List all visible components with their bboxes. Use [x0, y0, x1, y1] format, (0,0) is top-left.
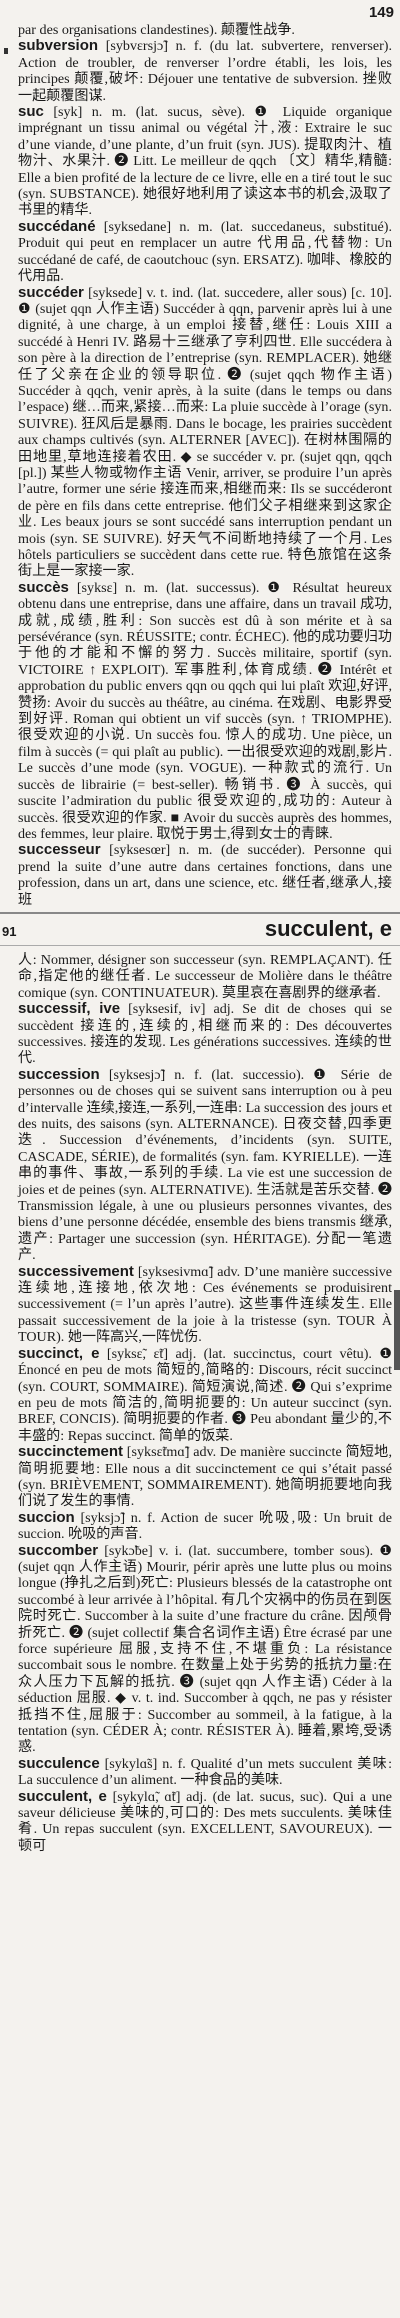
headword: succulence [18, 1754, 100, 1772]
entry-successivement: successivement [syksesivmɑ̃] adv. D’une … [18, 1262, 392, 1346]
entry-body: [syksɛ] n. m. (lat. successus). ❶ Résult… [18, 579, 392, 842]
headword: succion [18, 1508, 75, 1526]
headword: succulent, e [18, 1787, 107, 1805]
entry-suc: suc [syk] n. m. (lat. sucus, sève). ❶ Li… [18, 103, 392, 219]
entry-body: [syk] n. m. (lat. sucus, sève). ❶ Liquid… [18, 104, 392, 219]
entry-succeder: succéder [syksede] v. t. ind. (lat. succ… [18, 283, 392, 580]
running-head: 91 succulent, e [0, 911, 400, 946]
headword: successif, ive [18, 1000, 121, 1018]
headword: succomber [18, 1541, 99, 1559]
entry-subversion: subversion [sybvɛrsjɔ̃] n. f. (du lat. s… [18, 38, 392, 104]
entry-succinct: succinct, e [syksɛ̃, ɛ̃t] adj. (lat. suc… [18, 1344, 392, 1444]
entry-body: [syksede] v. t. ind. (lat. succedere, al… [18, 284, 392, 580]
entry-succulent: succulent, e [sykylɑ̃, ɑ̃t] adj. (de lat… [18, 1787, 392, 1855]
headword: succédané [18, 217, 96, 235]
entry-succinctement: succinctement [syksɛ̃tmɑ̃] adv. De maniè… [18, 1443, 392, 1510]
headword: succéder [18, 283, 84, 301]
margin-mark [4, 48, 8, 54]
running-head-right: succulent, e [264, 915, 392, 941]
entry-succulence: succulence [sykylɑ̃s] n. f. Qualité d’un… [18, 1754, 392, 1789]
entry-body: [sykɔ̃be] v. i. (lat. succumbere, tomber… [18, 1542, 392, 1756]
entry-succession: succession [syksesjɔ̃] n. f. (lat. succe… [18, 1065, 392, 1264]
headword: subversion [18, 37, 99, 55]
headword: successivement [18, 1262, 134, 1280]
headword: successeur [18, 841, 101, 859]
headword: suc [18, 103, 44, 121]
entry-succion: succion [syksjɔ̃] n. f. Action de sucer … [18, 1508, 392, 1543]
entry-succomber: succomber [sykɔ̃be] v. i. (lat. succumbe… [18, 1541, 392, 1756]
headword: succinctement [18, 1443, 124, 1461]
entry-body: [syksjɔ̃] n. f. Action de sucer 吮吸,吸: Un… [18, 1509, 392, 1543]
headword: succès [18, 578, 69, 596]
entry-continuation: 人: Nommer, désigner son successeur (syn.… [18, 951, 392, 1001]
entry-succedane: succédané [syksedane] n. m. (lat. succed… [18, 217, 392, 285]
running-head-left: 91 [2, 923, 17, 939]
page-number: 149 [368, 4, 394, 21]
entry-continuation: par des organisations clandestines). 颠覆性… [18, 22, 295, 38]
entry-succes: succès [syksɛ] n. m. (lat. successus). ❶… [18, 578, 392, 843]
entry-body: [syksesjɔ̃] n. f. (lat. successio). ❶ Sé… [18, 1066, 392, 1264]
entry-successeur: successeur [syksesœr] n. m. (de succéder… [18, 842, 392, 908]
dictionary-page: 149 par des organisations clandestines).… [0, 0, 400, 2318]
entry-successif: successif, ive [syksesif, iv] adj. Se di… [18, 1000, 392, 1067]
thumb-index-tab [394, 1290, 400, 1370]
headword: succession [18, 1065, 100, 1083]
headword: succinct, e [18, 1344, 100, 1362]
